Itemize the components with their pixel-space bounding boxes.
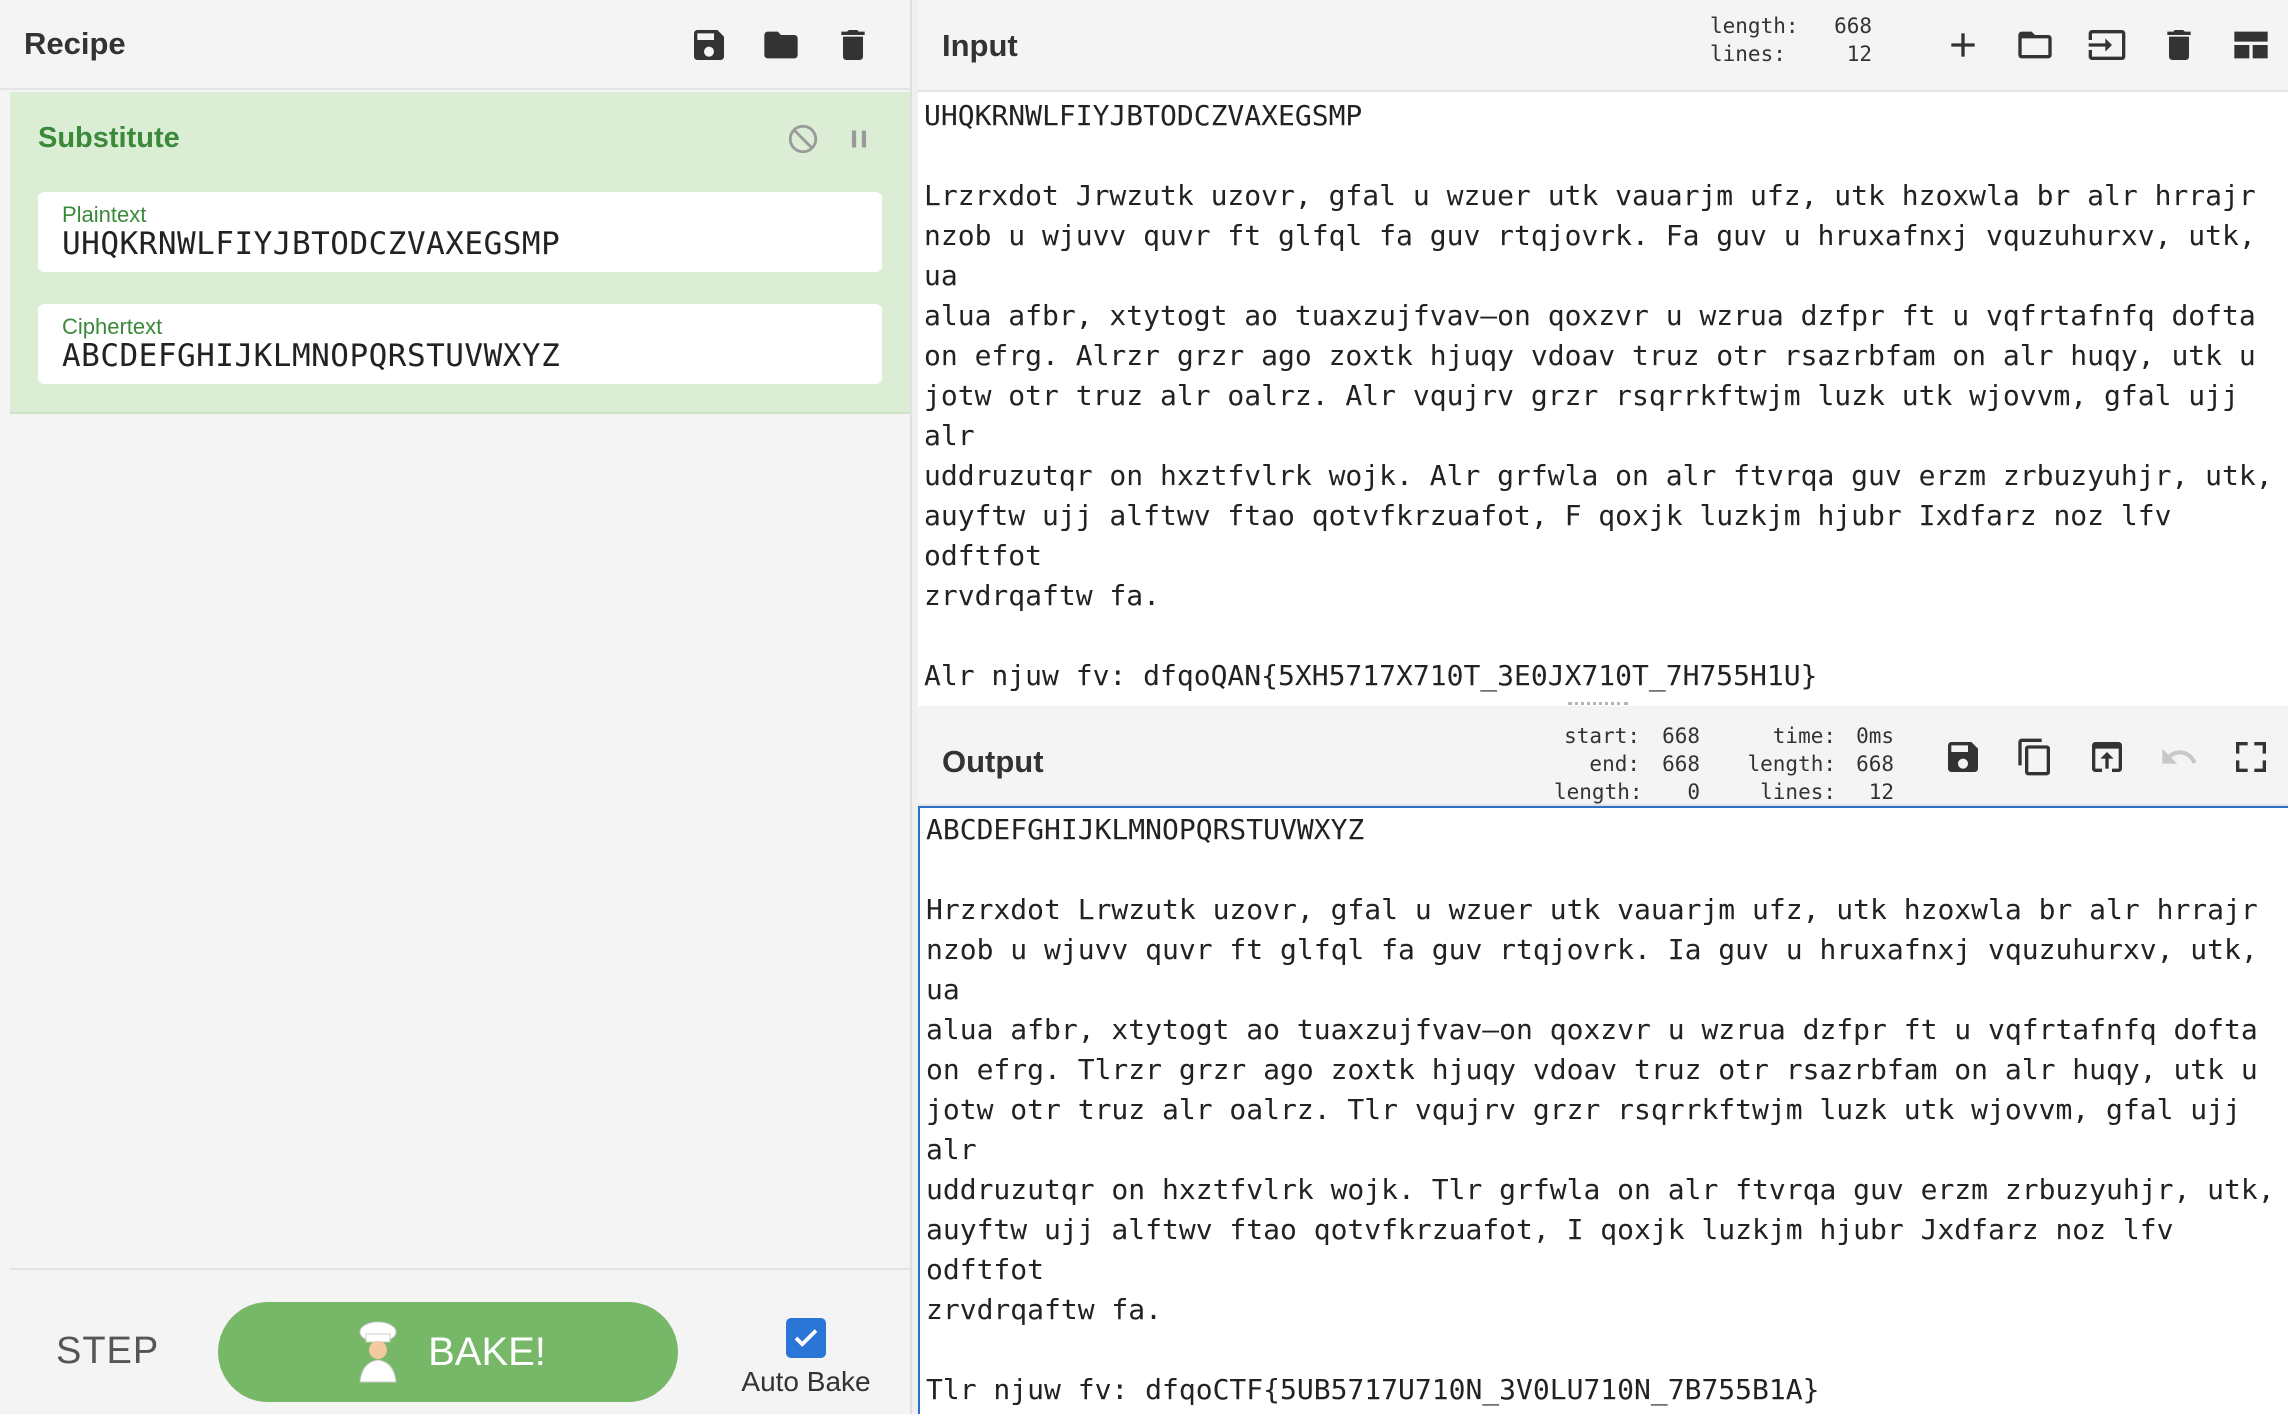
trash-icon <box>841 30 865 60</box>
output-selection-labels: start: end: length: <box>1554 722 1643 806</box>
copy-icon <box>2018 738 2050 776</box>
trash-icon <box>2167 30 2191 60</box>
recipe-header: Recipe <box>0 0 910 90</box>
recipe-title: Recipe <box>24 26 126 61</box>
auto-bake-label: Auto Bake <box>741 1366 871 1397</box>
checkmark-icon <box>794 1329 818 1347</box>
copy-output-button[interactable] <box>2008 730 2062 784</box>
auto-bake-toggle[interactable]: Auto Bake <box>736 1318 876 1398</box>
output-textarea[interactable]: ABCDEFGHIJKLMNOPQRSTUVWXYZ Hrzrxdot Lrwz… <box>918 806 2288 1414</box>
breakpoint-button[interactable] <box>836 116 882 162</box>
substitute-operation[interactable]: Substitute Plaintext UHQKRNWLFIYJBTODCZV… <box>10 92 910 414</box>
plaintext-label: Plaintext <box>62 202 147 227</box>
input-lines-label: lines: <box>1710 42 1786 66</box>
disable-operation-button[interactable] <box>780 116 826 162</box>
output-sel-length-value: 0 <box>1687 780 1700 804</box>
folder-outline-icon <box>2018 31 2052 59</box>
ciphertext-label: Ciphertext <box>62 314 163 339</box>
open-folder-button[interactable] <box>2080 18 2134 72</box>
auto-bake-checkbox[interactable] <box>786 1318 826 1358</box>
input-lines-value: 12 <box>1846 42 1872 66</box>
plaintext-value[interactable]: UHQKRNWLFIYJBTODCZVAXEGSMP <box>62 226 560 262</box>
bake-label: BAKE! <box>428 1329 546 1374</box>
output-length-value: 668 <box>1856 752 1894 776</box>
output-info-values: 0ms 668 12 <box>1838 722 1894 806</box>
pause-icon <box>851 130 867 148</box>
output-time-value: 0ms <box>1856 724 1894 748</box>
open-file-button[interactable] <box>2008 18 2062 72</box>
save-recipe-button[interactable] <box>682 18 736 72</box>
disable-icon <box>788 124 818 154</box>
output-pane: Output start: end: length: 668 668 0 tim… <box>918 706 2288 1414</box>
replace-input-button[interactable] <box>2080 730 2134 784</box>
step-button[interactable]: STEP <box>56 1330 159 1373</box>
input-stats-values: 668 12 <box>1800 12 1872 68</box>
plus-icon <box>1951 33 1975 57</box>
save-output-button[interactable] <box>1936 730 1990 784</box>
input-textarea[interactable]: UHQKRNWLFIYJBTODCZVAXEGSMP Lrzrxdot Jrwz… <box>918 92 2288 706</box>
save-icon <box>694 30 724 60</box>
plaintext-field[interactable]: Plaintext UHQKRNWLFIYJBTODCZVAXEGSMP <box>38 192 882 272</box>
input-arrow-icon <box>2088 30 2126 60</box>
load-recipe-button[interactable] <box>754 18 808 72</box>
chef-icon <box>359 1321 397 1383</box>
fullscreen-icon <box>2236 742 2266 772</box>
recipe-pane: Recipe Substitute Plaintext UHQKRNWLFIYJ… <box>0 0 912 1414</box>
output-end-value: 668 <box>1662 752 1700 776</box>
undo-button[interactable] <box>2152 730 2206 784</box>
maximise-output-button[interactable] <box>2224 730 2278 784</box>
input-length-label: length: <box>1710 14 1799 38</box>
operation-title: Substitute <box>38 122 180 154</box>
output-time-label: time: <box>1772 724 1836 748</box>
bake-controls: STEP BAKE! Auto Bake <box>10 1268 910 1414</box>
output-length-label: length: <box>1747 752 1836 776</box>
clear-input-button[interactable] <box>2152 18 2206 72</box>
output-sel-length-label: length: <box>1554 780 1643 804</box>
output-lines-value: 12 <box>1868 780 1894 804</box>
input-title: Input <box>942 28 1018 63</box>
output-start-value: 668 <box>1662 724 1700 748</box>
clear-recipe-button[interactable] <box>826 18 880 72</box>
folder-icon <box>764 31 798 59</box>
upload-icon <box>2092 742 2122 772</box>
output-lines-label: lines: <box>1760 780 1836 804</box>
output-selection-values: 668 668 0 <box>1644 722 1700 806</box>
reset-layout-button[interactable] <box>2224 18 2278 72</box>
input-length-value: 668 <box>1834 14 1872 38</box>
save-icon <box>1948 742 1978 772</box>
output-title: Output <box>942 744 1044 779</box>
undo-icon <box>2162 748 2197 764</box>
output-end-label: end: <box>1589 752 1640 776</box>
input-header: Input length: lines: 668 12 <box>918 0 2288 92</box>
output-header: Output start: end: length: 668 668 0 tim… <box>918 706 2288 806</box>
bake-button[interactable]: BAKE! <box>218 1302 678 1402</box>
add-input-tab-button[interactable] <box>1936 18 1990 72</box>
ciphertext-value[interactable]: ABCDEFGHIJKLMNOPQRSTUVWXYZ <box>62 338 560 374</box>
output-info-labels: time: length: lines: <box>1736 722 1836 806</box>
input-pane: Input length: lines: 668 12 UHQKRNWLFIYJ… <box>918 0 2288 706</box>
output-start-label: start: <box>1564 724 1640 748</box>
layout-icon <box>2234 31 2268 59</box>
ciphertext-field[interactable]: Ciphertext ABCDEFGHIJKLMNOPQRSTUVWXYZ <box>38 304 882 384</box>
